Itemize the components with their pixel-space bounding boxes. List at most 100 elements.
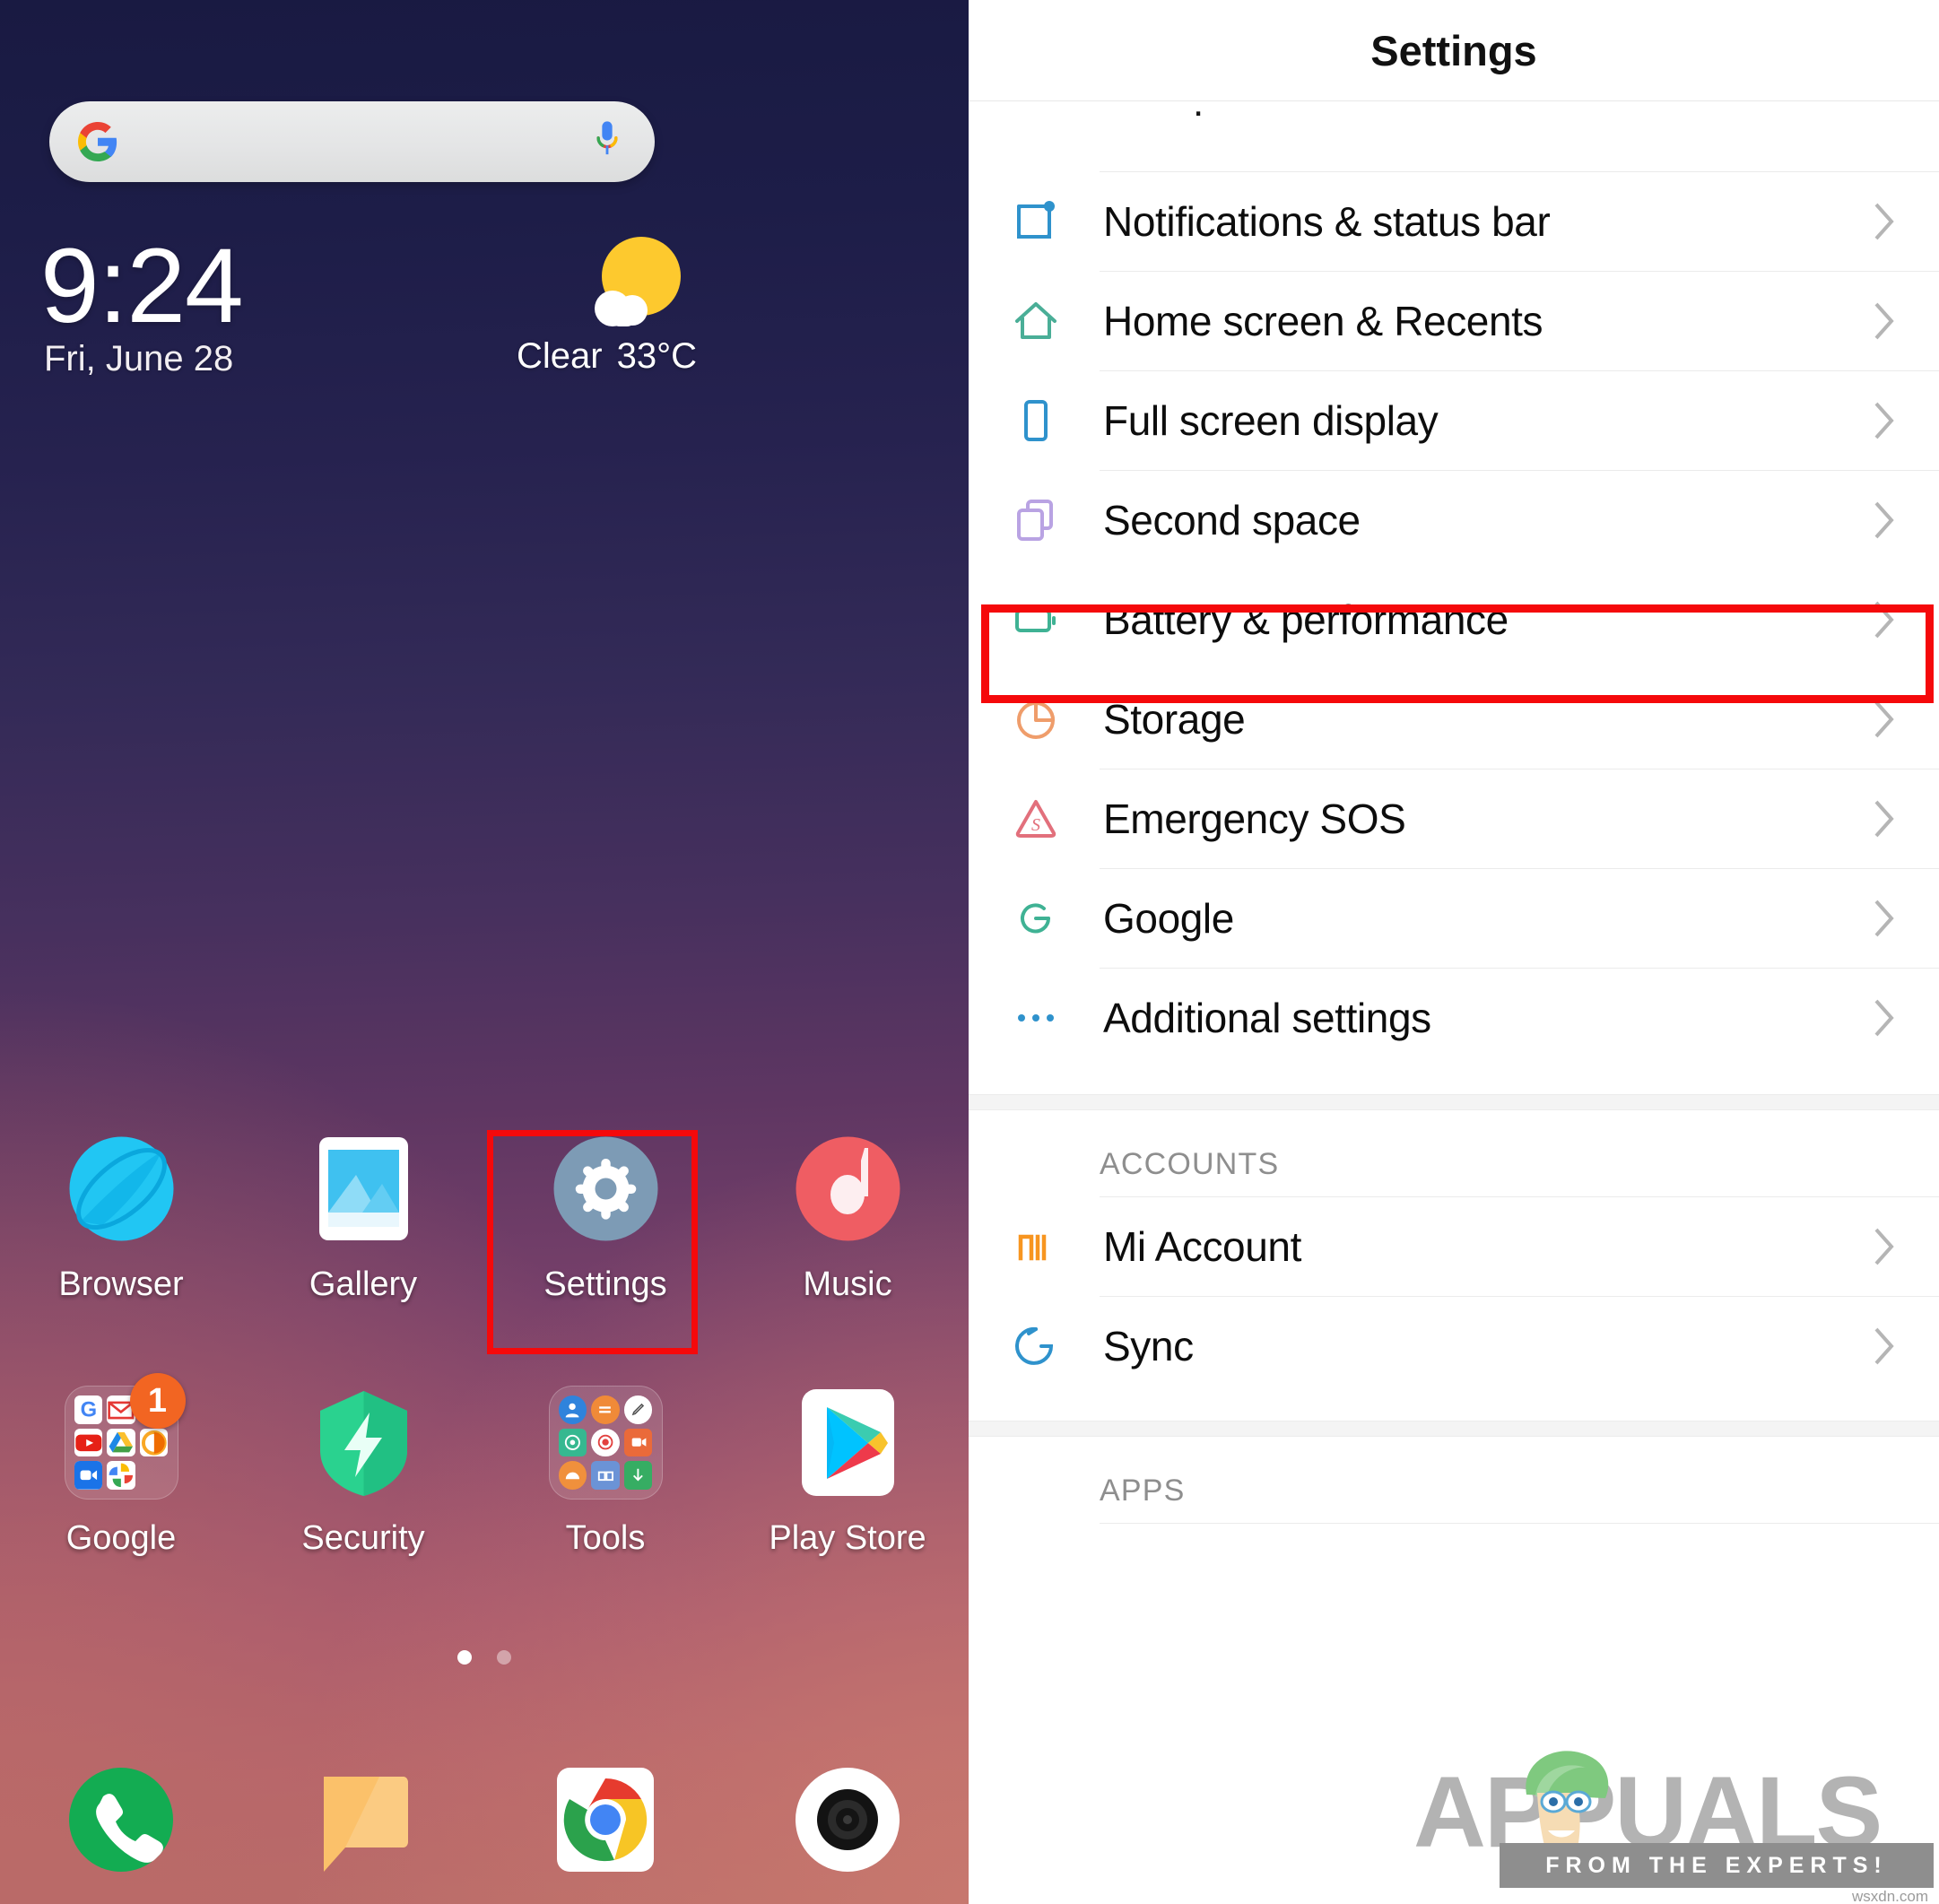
- settings-item-label: Full screen display: [1103, 397, 1439, 444]
- mini-notes-icon: [623, 1395, 653, 1424]
- phone-dialer-icon: [64, 1762, 178, 1877]
- fullscreen-phone-icon: [969, 396, 1103, 445]
- play-store-icon: [791, 1386, 905, 1500]
- chevron-right-icon: [1874, 999, 1894, 1037]
- security-shield-icon: [307, 1386, 421, 1500]
- settings-item-emergency-sos[interactable]: S Emergency SOS: [969, 769, 1939, 868]
- dock-camera[interactable]: [726, 1762, 969, 1877]
- microphone-icon[interactable]: [592, 120, 622, 163]
- app-label: Settings: [543, 1265, 667, 1303]
- settings-item-label: Notifications & status bar: [1103, 198, 1551, 245]
- app-browser[interactable]: Browser: [0, 1132, 242, 1304]
- mini-calculator-icon: [591, 1395, 620, 1424]
- dock-chrome[interactable]: [484, 1762, 726, 1877]
- chrome-icon: [548, 1762, 663, 1877]
- settings-item-label: Storage: [1103, 696, 1246, 743]
- google-folder-icon: G 1: [64, 1373, 186, 1500]
- home-icon: [969, 297, 1103, 345]
- settings-item-google[interactable]: Google: [969, 869, 1939, 968]
- music-note-icon: [791, 1132, 905, 1246]
- mini-duo-icon: [74, 1461, 103, 1490]
- page-dot[interactable]: [497, 1650, 511, 1665]
- app-gallery[interactable]: Gallery: [242, 1132, 484, 1304]
- dock-phone[interactable]: [0, 1762, 242, 1877]
- chevron-right-icon: [1874, 501, 1894, 539]
- mi-logo-icon: [969, 1222, 1103, 1271]
- chevron-right-icon: [1874, 302, 1894, 340]
- list-divider: [1100, 1523, 1939, 1524]
- svg-text:S: S: [1031, 815, 1040, 835]
- section-heading-apps: APPS: [1100, 1474, 1186, 1508]
- app-tools-folder[interactable]: Tools: [484, 1386, 726, 1558]
- google-search-bar[interactable]: [49, 101, 655, 182]
- settings-item-label: Emergency SOS: [1103, 796, 1406, 842]
- settings-item-battery-performance[interactable]: Battery & performance: [969, 570, 1939, 669]
- settings-item-notifications[interactable]: Notifications & status bar: [969, 172, 1939, 271]
- settings-item-sync[interactable]: Sync: [969, 1297, 1939, 1395]
- app-label: Google: [65, 1519, 177, 1557]
- app-play-store[interactable]: Play Store: [726, 1386, 969, 1558]
- settings-screen: Settings . Notifications & status bar Ho…: [969, 0, 1939, 1904]
- app-security[interactable]: Security: [242, 1386, 484, 1558]
- clock-time: 9:24: [40, 227, 244, 345]
- settings-item-label: Home screen & Recents: [1103, 298, 1543, 344]
- app-google-folder[interactable]: G 1 Google: [0, 1373, 242, 1558]
- sun-behind-cloud-icon: [595, 237, 681, 326]
- chevron-right-icon: [1874, 203, 1894, 240]
- app-grid-row-2: G 1 Google Security Tools Play Store: [0, 1373, 969, 1558]
- settings-item-label: Mi Account: [1103, 1223, 1301, 1270]
- settings-gear-icon: [549, 1132, 663, 1246]
- mini-youtube-icon: [74, 1428, 103, 1457]
- chevron-right-icon: [1874, 1327, 1894, 1365]
- section-spacer: [969, 1094, 1939, 1110]
- screenshot-root: 9:24 Fri, June 28 Clear 33°C Browser Gal…: [0, 0, 1939, 1904]
- settings-item-storage[interactable]: Storage: [969, 670, 1939, 769]
- battery-icon: [969, 596, 1103, 644]
- notifications-icon: [969, 197, 1103, 246]
- settings-item-full-screen-display[interactable]: Full screen display: [969, 371, 1939, 470]
- section-spacer: [969, 1421, 1939, 1437]
- mini-photos2-icon: [107, 1461, 135, 1490]
- page-indicator: [0, 1650, 969, 1665]
- app-label: Play Store: [769, 1519, 926, 1557]
- mini-photos-icon: [139, 1428, 169, 1457]
- sync-icon: [969, 1322, 1103, 1370]
- weather-summary: Clear 33°C: [410, 336, 697, 377]
- clock-weather-widget[interactable]: 9:24 Fri, June 28 Clear 33°C: [40, 233, 928, 386]
- google-g-icon: [969, 894, 1103, 943]
- app-grid-row-1: Browser Gallery Settings Music: [0, 1132, 969, 1304]
- settings-item-label: Google: [1103, 895, 1234, 942]
- settings-item-home-screen[interactable]: Home screen & Recents: [969, 272, 1939, 370]
- weather-condition: Clear: [517, 336, 603, 376]
- messages-icon: [306, 1762, 421, 1877]
- notification-badge: 1: [129, 1373, 186, 1429]
- mini-weather-icon: [558, 1461, 587, 1490]
- dock-messages[interactable]: [242, 1762, 484, 1877]
- app-music[interactable]: Music: [726, 1132, 969, 1304]
- mini-screenshot-icon: [591, 1461, 620, 1490]
- page-title: Settings: [1370, 26, 1537, 74]
- chevron-right-icon: [1874, 800, 1894, 838]
- camera-icon: [790, 1762, 905, 1877]
- mini-screen-record-icon: [623, 1428, 653, 1457]
- mini-recorder-icon: [591, 1428, 620, 1457]
- settings-item-mi-account[interactable]: Mi Account: [969, 1197, 1939, 1296]
- browser-icon: [65, 1132, 178, 1246]
- settings-item-label: Battery & performance: [1103, 596, 1509, 643]
- emergency-sos-icon: S: [969, 795, 1103, 843]
- chevron-right-icon: [1874, 900, 1894, 937]
- mini-compass-icon: [558, 1428, 587, 1457]
- phone-home-screen: 9:24 Fri, June 28 Clear 33°C Browser Gal…: [0, 0, 969, 1904]
- app-settings[interactable]: Settings: [484, 1132, 726, 1304]
- mini-contacts-icon: [558, 1395, 587, 1424]
- page-dot-active[interactable]: [457, 1650, 472, 1665]
- settings-item-label: Second space: [1103, 497, 1361, 543]
- ellipsis-icon: [969, 994, 1103, 1042]
- weather-temperature: 33°C: [616, 336, 697, 376]
- dock: [0, 1762, 969, 1877]
- mini-empty: [140, 1461, 169, 1490]
- settings-item-additional-settings[interactable]: Additional settings: [969, 969, 1939, 1067]
- tools-folder-icon: [548, 1386, 663, 1500]
- clock-date: Fri, June 28: [44, 339, 234, 378]
- settings-item-second-space[interactable]: Second space: [969, 471, 1939, 569]
